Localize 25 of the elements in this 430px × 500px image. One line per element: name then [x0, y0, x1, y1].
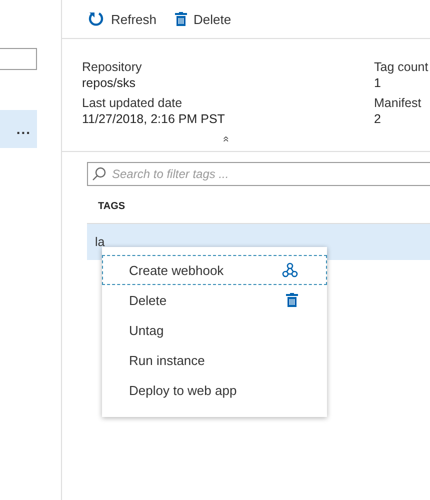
column-header: TAGS: [97, 200, 126, 214]
delete-button[interactable]: Delete: [174, 12, 232, 26]
refresh-icon: [88, 11, 104, 27]
menu-item[interactable]: Create webhook: [102, 255, 327, 285]
collapse-button[interactable]: «: [220, 136, 232, 142]
field-label: Tag count: [374, 59, 428, 75]
menu-item[interactable]: Deploy to web app: [102, 375, 327, 405]
trash-icon: [286, 293, 298, 307]
search-icon: [92, 167, 106, 181]
search-field[interactable]: Search to filter tags ...: [87, 162, 430, 186]
field-label: Repository: [82, 59, 143, 75]
field-value: repos/sks: [82, 75, 136, 91]
field-value: 11/27/2018, 2:16 PM PST: [82, 111, 226, 127]
menu-item[interactable]: Untag: [102, 315, 327, 345]
menu-item[interactable]: Run instance: [102, 345, 327, 375]
field-label: Manifest: [374, 95, 422, 111]
webhook-icon: [282, 262, 298, 278]
field-label: Last updated date: [82, 95, 184, 111]
refresh-button[interactable]: Refresh: [88, 11, 157, 27]
more-button[interactable]: ...: [0, 110, 37, 148]
filter-field[interactable]: [0, 48, 37, 70]
trash-icon: [174, 12, 187, 26]
field-value: 1: [374, 75, 382, 91]
menu-item[interactable]: Delete: [102, 285, 327, 315]
field-value: 2: [374, 111, 382, 127]
